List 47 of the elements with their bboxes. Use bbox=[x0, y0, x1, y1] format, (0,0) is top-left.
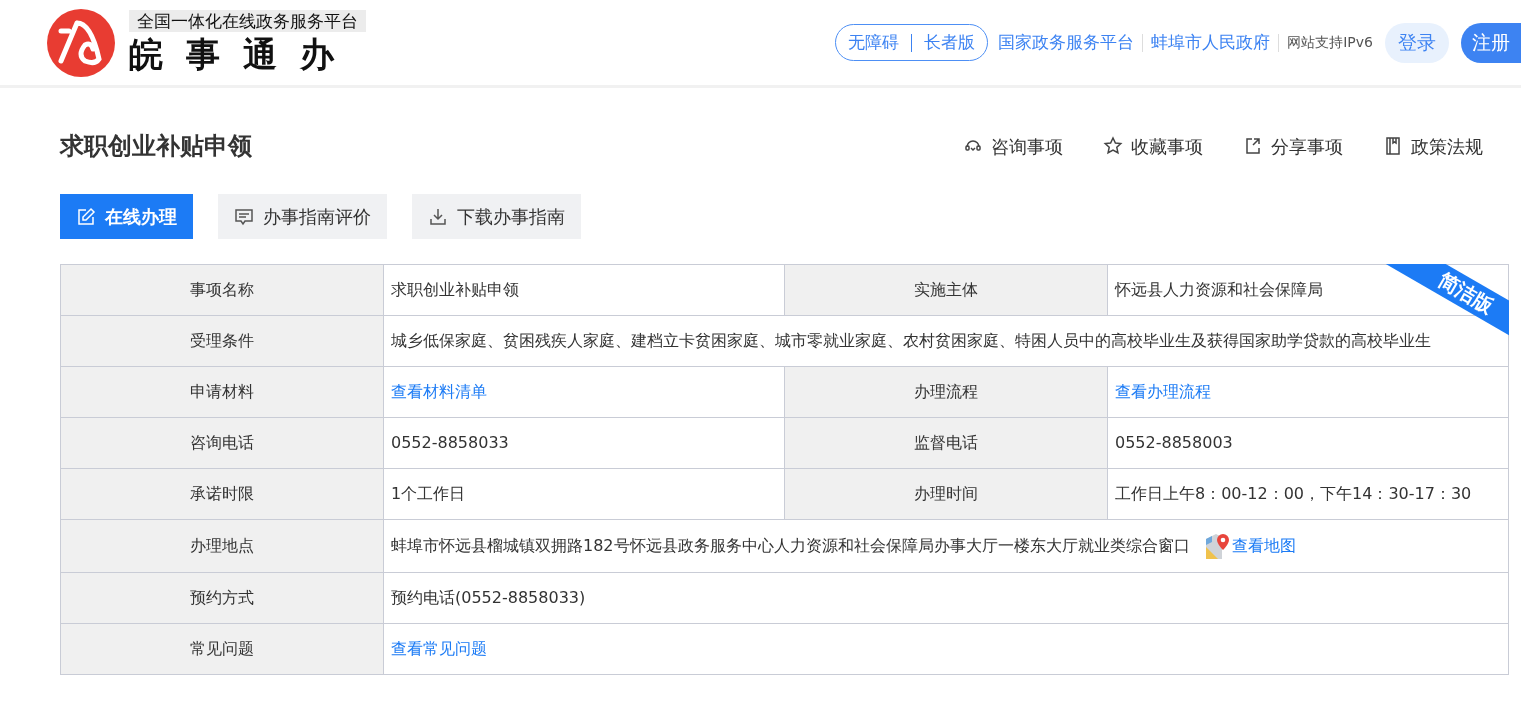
page-title: 求职创业补贴申领 bbox=[60, 131, 252, 162]
table-header-cell: 办理流程 bbox=[785, 367, 1108, 418]
download-icon bbox=[428, 206, 448, 227]
book-icon bbox=[1383, 136, 1403, 156]
table-header-cell: 办理时间 bbox=[785, 469, 1108, 520]
guide-button[interactable]: 办事指南评价 bbox=[218, 194, 387, 239]
table-header-cell: 咨询电话 bbox=[61, 418, 384, 469]
register-button[interactable]: 注册 bbox=[1461, 22, 1521, 63]
table-header-cell: 申请材料 bbox=[61, 367, 384, 418]
guide-button[interactable]: 下载办事指南 bbox=[412, 194, 581, 239]
table-header-cell: 承诺时限 bbox=[61, 469, 384, 520]
table-cell: 0552-8858003 bbox=[1108, 418, 1509, 469]
mode-link[interactable]: 无障碍 bbox=[848, 29, 900, 56]
table-header-cell: 实施主体 bbox=[785, 265, 1108, 316]
action-link[interactable]: 收藏事项 bbox=[1103, 132, 1203, 160]
brand-title: 皖事通办 bbox=[129, 32, 359, 76]
platform-subtitle: 全国一体化在线政务服务平台 bbox=[129, 9, 366, 32]
ipv6-note: 网站支持IPv6 bbox=[1287, 33, 1373, 52]
map-pin-icon bbox=[1205, 533, 1232, 559]
table-header-cell: 受理条件 bbox=[61, 316, 384, 367]
mode-link[interactable]: 长者版 bbox=[924, 29, 976, 56]
table-header-cell: 预约方式 bbox=[61, 573, 384, 624]
star-icon bbox=[1103, 136, 1123, 156]
edit-icon bbox=[76, 206, 96, 227]
action-link[interactable]: 政策法规 bbox=[1383, 132, 1483, 160]
table-cell: 工作日上午8：00-12：00，下午14：30-17：30 bbox=[1108, 469, 1509, 520]
address-text: 蚌埠市怀远县榴城镇双拥路182号怀远县政务服务中心人力资源和社会保障局办事大厅一楼东大厅就业类综合窗口 bbox=[391, 535, 1190, 557]
table-link[interactable]: 查看常见问题 bbox=[391, 637, 487, 661]
header-link[interactable]: 蚌埠市人民政府 bbox=[1151, 29, 1271, 56]
table-header-cell: 监督电话 bbox=[785, 418, 1108, 469]
table-link[interactable]: 查看材料清单 bbox=[391, 380, 487, 404]
comment-icon bbox=[234, 206, 254, 227]
table-cell: 预约电话(0552-8858033) bbox=[384, 573, 1509, 624]
header-link[interactable]: 国家政务服务平台 bbox=[998, 29, 1135, 56]
table-cell: 1个工作日 bbox=[384, 469, 785, 520]
logo-icon bbox=[47, 8, 115, 77]
view-map-link[interactable]: 查看地图 bbox=[1231, 534, 1296, 558]
table-header-cell: 办理地点 bbox=[61, 520, 384, 573]
table-header-cell: 事项名称 bbox=[61, 265, 384, 316]
login-button[interactable]: 登录 bbox=[1385, 22, 1449, 63]
action-link[interactable]: 咨询事项 bbox=[963, 132, 1063, 160]
guide-button[interactable]: 在线办理 bbox=[60, 194, 193, 239]
table-header-cell: 常见问题 bbox=[61, 624, 384, 675]
table-link[interactable]: 查看办理流程 bbox=[1115, 380, 1211, 404]
table-cell: 求职创业补贴申领 bbox=[384, 265, 785, 316]
action-link[interactable]: 分享事项 bbox=[1243, 132, 1343, 160]
share-icon bbox=[1243, 136, 1263, 156]
